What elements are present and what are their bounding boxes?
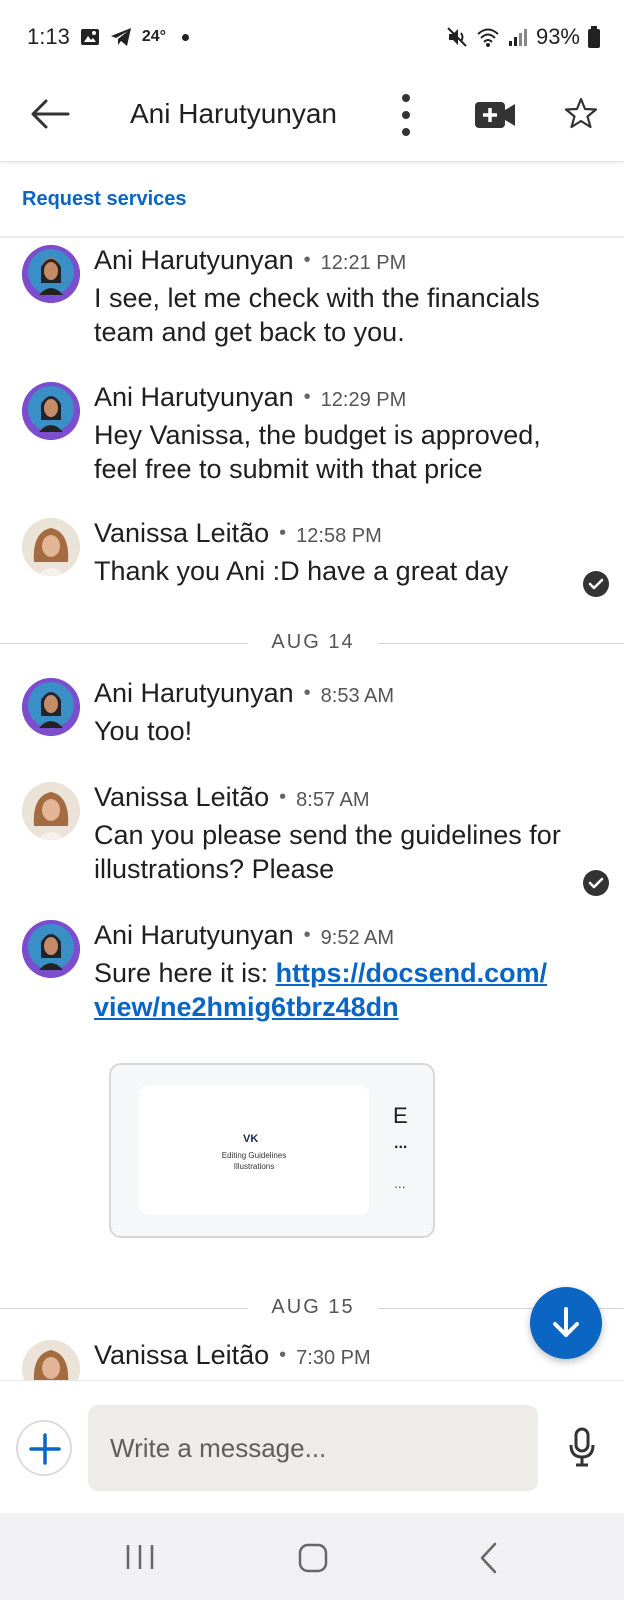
message-text: Sure here it is: https://docsend.com/vie… [94,956,584,1024]
gallery-icon [80,29,99,45]
avatar[interactable] [22,245,80,303]
preview-description: ... [394,1135,408,1152]
message-input[interactable] [88,1405,538,1491]
message-time: 12:29 PM [320,389,407,411]
message-text: Thank you Ani :D have a great day [94,556,509,586]
avatar[interactable] [22,382,80,440]
message-composer [0,1380,624,1513]
message-text: You too! [94,716,193,746]
wifi-icon [477,28,499,47]
avatar[interactable] [22,678,80,736]
system-nav-bar [0,1513,624,1600]
preview-title: E [393,1103,408,1128]
message-text: Hey Vanissa, the budget is approved, fee… [94,420,541,484]
sender-name[interactable]: Ani Harutyunyan [94,382,294,412]
recent-apps-icon[interactable] [124,1543,156,1571]
microphone-icon[interactable] [568,1427,596,1467]
date-label: AUG 15 [271,1296,355,1318]
preview-domain: ... [394,1175,406,1191]
home-icon[interactable] [298,1543,328,1573]
more-options-icon[interactable] [394,90,418,140]
request-services-link[interactable]: Request services [22,188,187,211]
read-receipt-icon [583,571,609,597]
sender-name[interactable]: Vanissa Leitão [94,782,269,812]
sender-name[interactable]: Ani Harutyunyan [94,245,294,275]
message-time: 12:58 PM [296,525,382,547]
date-label: AUG 14 [271,631,355,653]
sender-name[interactable]: Ani Harutyunyan [94,920,294,950]
star-icon[interactable] [564,96,598,130]
thumbnail-subtitle: Illustrations [233,1162,275,1171]
docsend-link[interactable]: https://docsend.com/ [276,958,548,988]
sender-name[interactable]: Ani Harutyunyan [94,678,294,708]
conversation-header: Ani Harutyunyan [0,72,624,162]
avatar[interactable] [22,518,80,576]
docsend-link-cont[interactable]: view/ne2hmig6tbrz48dn [94,992,399,1022]
message-time: 8:57 AM [296,789,370,811]
status-temperature: 24° [141,28,167,45]
message-time: 7:30 PM [296,1347,371,1369]
message-text-prefix: Sure here it is: [94,958,276,988]
thumbnail-title: Editing Guidelines [221,1151,287,1160]
avatar[interactable] [22,1340,80,1380]
status-time: 1:13 [27,24,70,49]
preview-thumbnail: VK Editing Guidelines Illustrations [139,1085,369,1215]
date-divider: AUG 14 [0,629,624,659]
message-text: Can you please send the guidelines for i… [94,820,561,884]
brand-logo-icon: VK [243,1133,259,1145]
link-preview-card[interactable]: VK Editing Guidelines Illustrations E ..… [109,1063,435,1238]
message-time: 9:52 AM [320,927,395,949]
divider [0,236,624,238]
status-bar: 1:13 24° 93% [0,0,624,72]
back-arrow-icon[interactable] [28,92,72,136]
sender-name[interactable]: Vanissa Leitão [94,518,269,548]
scroll-to-bottom-button[interactable] [530,1287,602,1359]
conversation-title[interactable]: Ani Harutyunyan [130,98,337,130]
message-time: 12:21 PM [320,252,407,274]
message-item: Vanissa Leitão • 7:30 PM [0,1340,624,1380]
video-call-icon[interactable] [475,98,515,132]
avatar[interactable] [22,920,80,978]
notification-dot [182,33,190,41]
attach-button[interactable] [16,1420,72,1476]
mute-icon [447,27,467,47]
telegram-icon [110,28,131,46]
message-time: 8:53 AM [320,685,395,707]
nav-back-icon[interactable] [478,1541,498,1575]
read-receipt-icon [583,870,609,896]
battery-icon [588,26,600,48]
signal-icon [508,29,527,46]
plus-icon [29,1433,61,1465]
message-text: I see, let me check with the financials … [94,283,540,347]
avatar[interactable] [22,782,80,840]
sender-name[interactable]: Vanissa Leitão [94,1340,269,1370]
arrow-down-icon [553,1307,579,1337]
battery-percent: 93% [535,24,580,49]
